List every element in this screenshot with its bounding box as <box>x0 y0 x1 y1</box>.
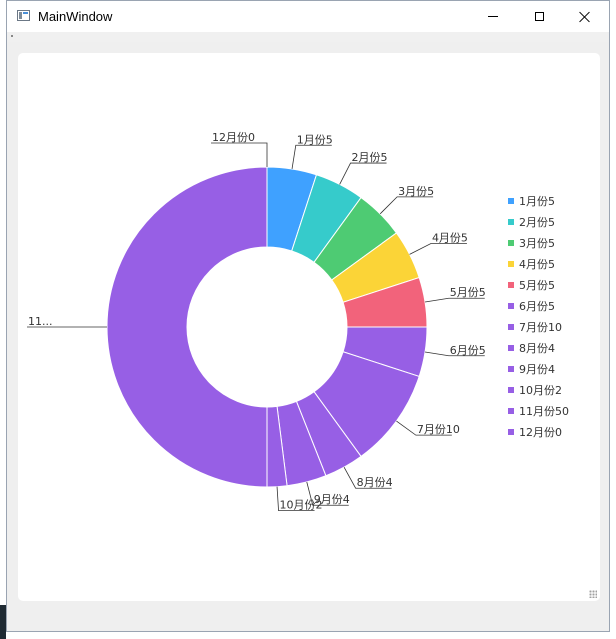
slice-label-text: 6月份5 <box>450 344 486 357</box>
legend-swatch <box>508 261 514 267</box>
legend-label: 1月份5 <box>519 195 555 208</box>
minimize-icon <box>488 16 498 17</box>
maximize-button[interactable] <box>516 1 562 32</box>
legend-swatch <box>508 408 514 414</box>
legend-item-7月份[interactable]: 7月份10 <box>508 321 562 334</box>
legend-item-6月份[interactable]: 6月份5 <box>508 300 555 313</box>
main-window: MainWindow 1月份5 2月份5 3月份5 4月份5 5月份5 6月份5 7月份10… <box>6 0 610 632</box>
legend-item-3月份[interactable]: 3月份5 <box>508 237 555 250</box>
legend-label: 6月份5 <box>519 300 555 313</box>
slice-label-5月份: 5月份5 <box>424 286 486 303</box>
slice-label-text: 3月份5 <box>398 185 434 198</box>
legend-item-10月份[interactable]: 10月份2 <box>508 384 562 397</box>
legend-item-8月份[interactable]: 8月份4 <box>508 342 555 355</box>
slice-label-10月份: 10月份2 <box>276 486 323 512</box>
legend-label: 9月份4 <box>519 363 555 376</box>
legend-swatch <box>508 429 514 435</box>
taskbar-edge <box>0 605 6 639</box>
close-icon <box>579 11 591 23</box>
legend-item-11月份[interactable]: 11月份50 <box>508 405 569 418</box>
legend-item-4月份[interactable]: 4月份5 <box>508 258 555 271</box>
legend-swatch <box>508 387 514 393</box>
legend-swatch <box>508 219 514 225</box>
slice-label-text: 5月份5 <box>450 286 486 299</box>
title-bar: MainWindow <box>7 1 609 32</box>
slice-label-text: 4月份5 <box>432 231 468 244</box>
legend-swatch <box>508 282 514 288</box>
legend-swatch <box>508 345 514 351</box>
slice-label-text: 10月份2 <box>280 499 323 512</box>
legend-item-5月份[interactable]: 5月份5 <box>508 279 555 292</box>
window-title: MainWindow <box>38 9 113 24</box>
legend-label: 7月份10 <box>519 321 562 334</box>
slice-label-7月份: 7月份10 <box>396 420 460 436</box>
legend-item-2月份[interactable]: 2月份5 <box>508 216 555 229</box>
legend-swatch <box>508 366 514 372</box>
slice-label-text: 7月份10 <box>417 423 460 436</box>
slice-label-3月份: 3月份5 <box>379 185 434 215</box>
legend-label: 2月份5 <box>519 216 555 229</box>
close-button[interactable] <box>562 1 608 32</box>
legend-label: 3月份5 <box>519 237 555 250</box>
legend-label: 11月份50 <box>519 405 569 418</box>
slice-label-8月份: 8月份4 <box>343 467 393 489</box>
legend-label: 5月份5 <box>519 279 555 292</box>
slice-label-4月份: 4月份5 <box>409 231 468 255</box>
slice-label-2月份: 2月份5 <box>339 151 388 185</box>
legend-item-12月份[interactable]: 12月份0 <box>508 426 562 439</box>
app-window-icon <box>17 10 30 21</box>
maximize-icon <box>534 12 544 21</box>
slice-label-text: 2月份5 <box>352 151 388 164</box>
legend-item-1月份[interactable]: 1月份5 <box>508 195 555 208</box>
slice-label-11月份: 11... <box>27 315 107 328</box>
slice-label-12月份: 12月份0 <box>211 131 268 167</box>
slice-label-text: 1月份5 <box>297 133 333 146</box>
donut-chart: 1月份5 2月份5 3月份5 4月份5 5月份5 6月份5 7月份10 8月份4 9月份4 10月… <box>27 131 569 512</box>
minimize-button[interactable] <box>470 1 516 32</box>
slice-label-6月份: 6月份5 <box>424 344 486 357</box>
legend-label: 4月份5 <box>519 258 555 271</box>
legend-label: 8月份4 <box>519 342 555 355</box>
slice-label-1月份: 1月份5 <box>291 133 333 170</box>
legend-label: 12月份0 <box>519 426 562 439</box>
legend-swatch <box>508 324 514 330</box>
resize-grip[interactable] <box>589 590 597 598</box>
legend-swatch <box>508 303 514 309</box>
legend-swatch <box>508 198 514 204</box>
legend-label: 10月份2 <box>519 384 562 397</box>
chart-panel: 1月份5 2月份5 3月份5 4月份5 5月份5 6月份5 7月份10 8月份4 9月份4 10月… <box>18 53 600 601</box>
legend-swatch <box>508 240 514 246</box>
slice-label-text: 12月份0 <box>212 131 255 144</box>
slice-11月份[interactable] <box>106 166 268 488</box>
slice-label-text: 11... <box>28 315 53 328</box>
menu-bar <box>7 32 609 42</box>
legend-item-9月份[interactable]: 9月份4 <box>508 363 555 376</box>
slice-label-text: 8月份4 <box>357 476 393 489</box>
